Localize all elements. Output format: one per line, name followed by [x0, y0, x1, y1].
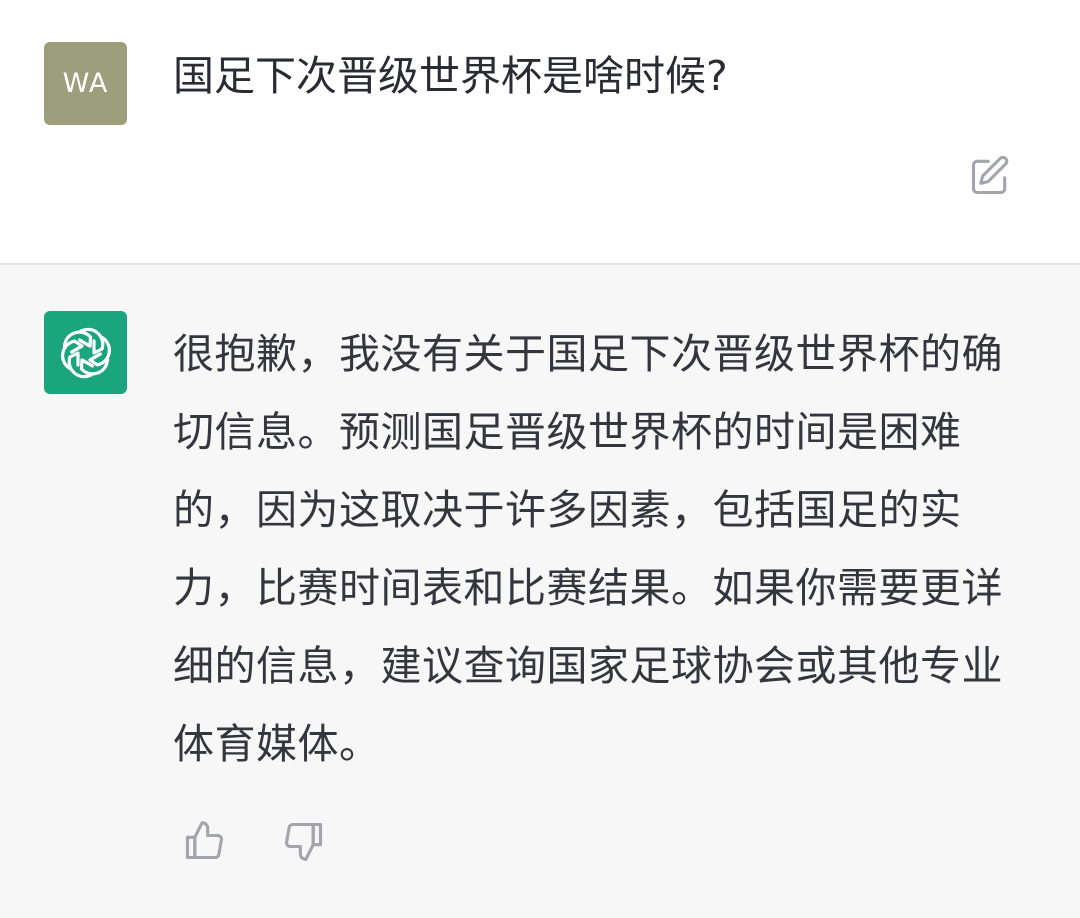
assistant-message-row: 很抱歉，我没有关于国足下次晋级世界杯的确切信息。预测国足晋级世界杯的时间是困难的… [0, 265, 1080, 918]
thumbs-up-button[interactable] [178, 815, 230, 867]
user-avatar-initials: WA [62, 68, 109, 99]
thumbs-down-button[interactable] [278, 815, 330, 867]
user-message-text: 国足下次晋级世界杯是啥时候? [173, 52, 728, 100]
user-message-row: WA 国足下次晋级世界杯是啥时候? [0, 0, 1080, 265]
assistant-message-text: 很抱歉，我没有关于国足下次晋级世界杯的确切信息。预测国足晋级世界杯的时间是困难的… [173, 330, 1003, 768]
openai-logo-icon [60, 327, 111, 378]
assistant-avatar [44, 311, 127, 394]
edit-button[interactable] [966, 152, 1014, 200]
thumbs-down-icon [285, 822, 323, 861]
thumbs-up-icon [185, 821, 223, 860]
edit-icon [971, 155, 1009, 195]
user-avatar: WA [44, 42, 127, 125]
